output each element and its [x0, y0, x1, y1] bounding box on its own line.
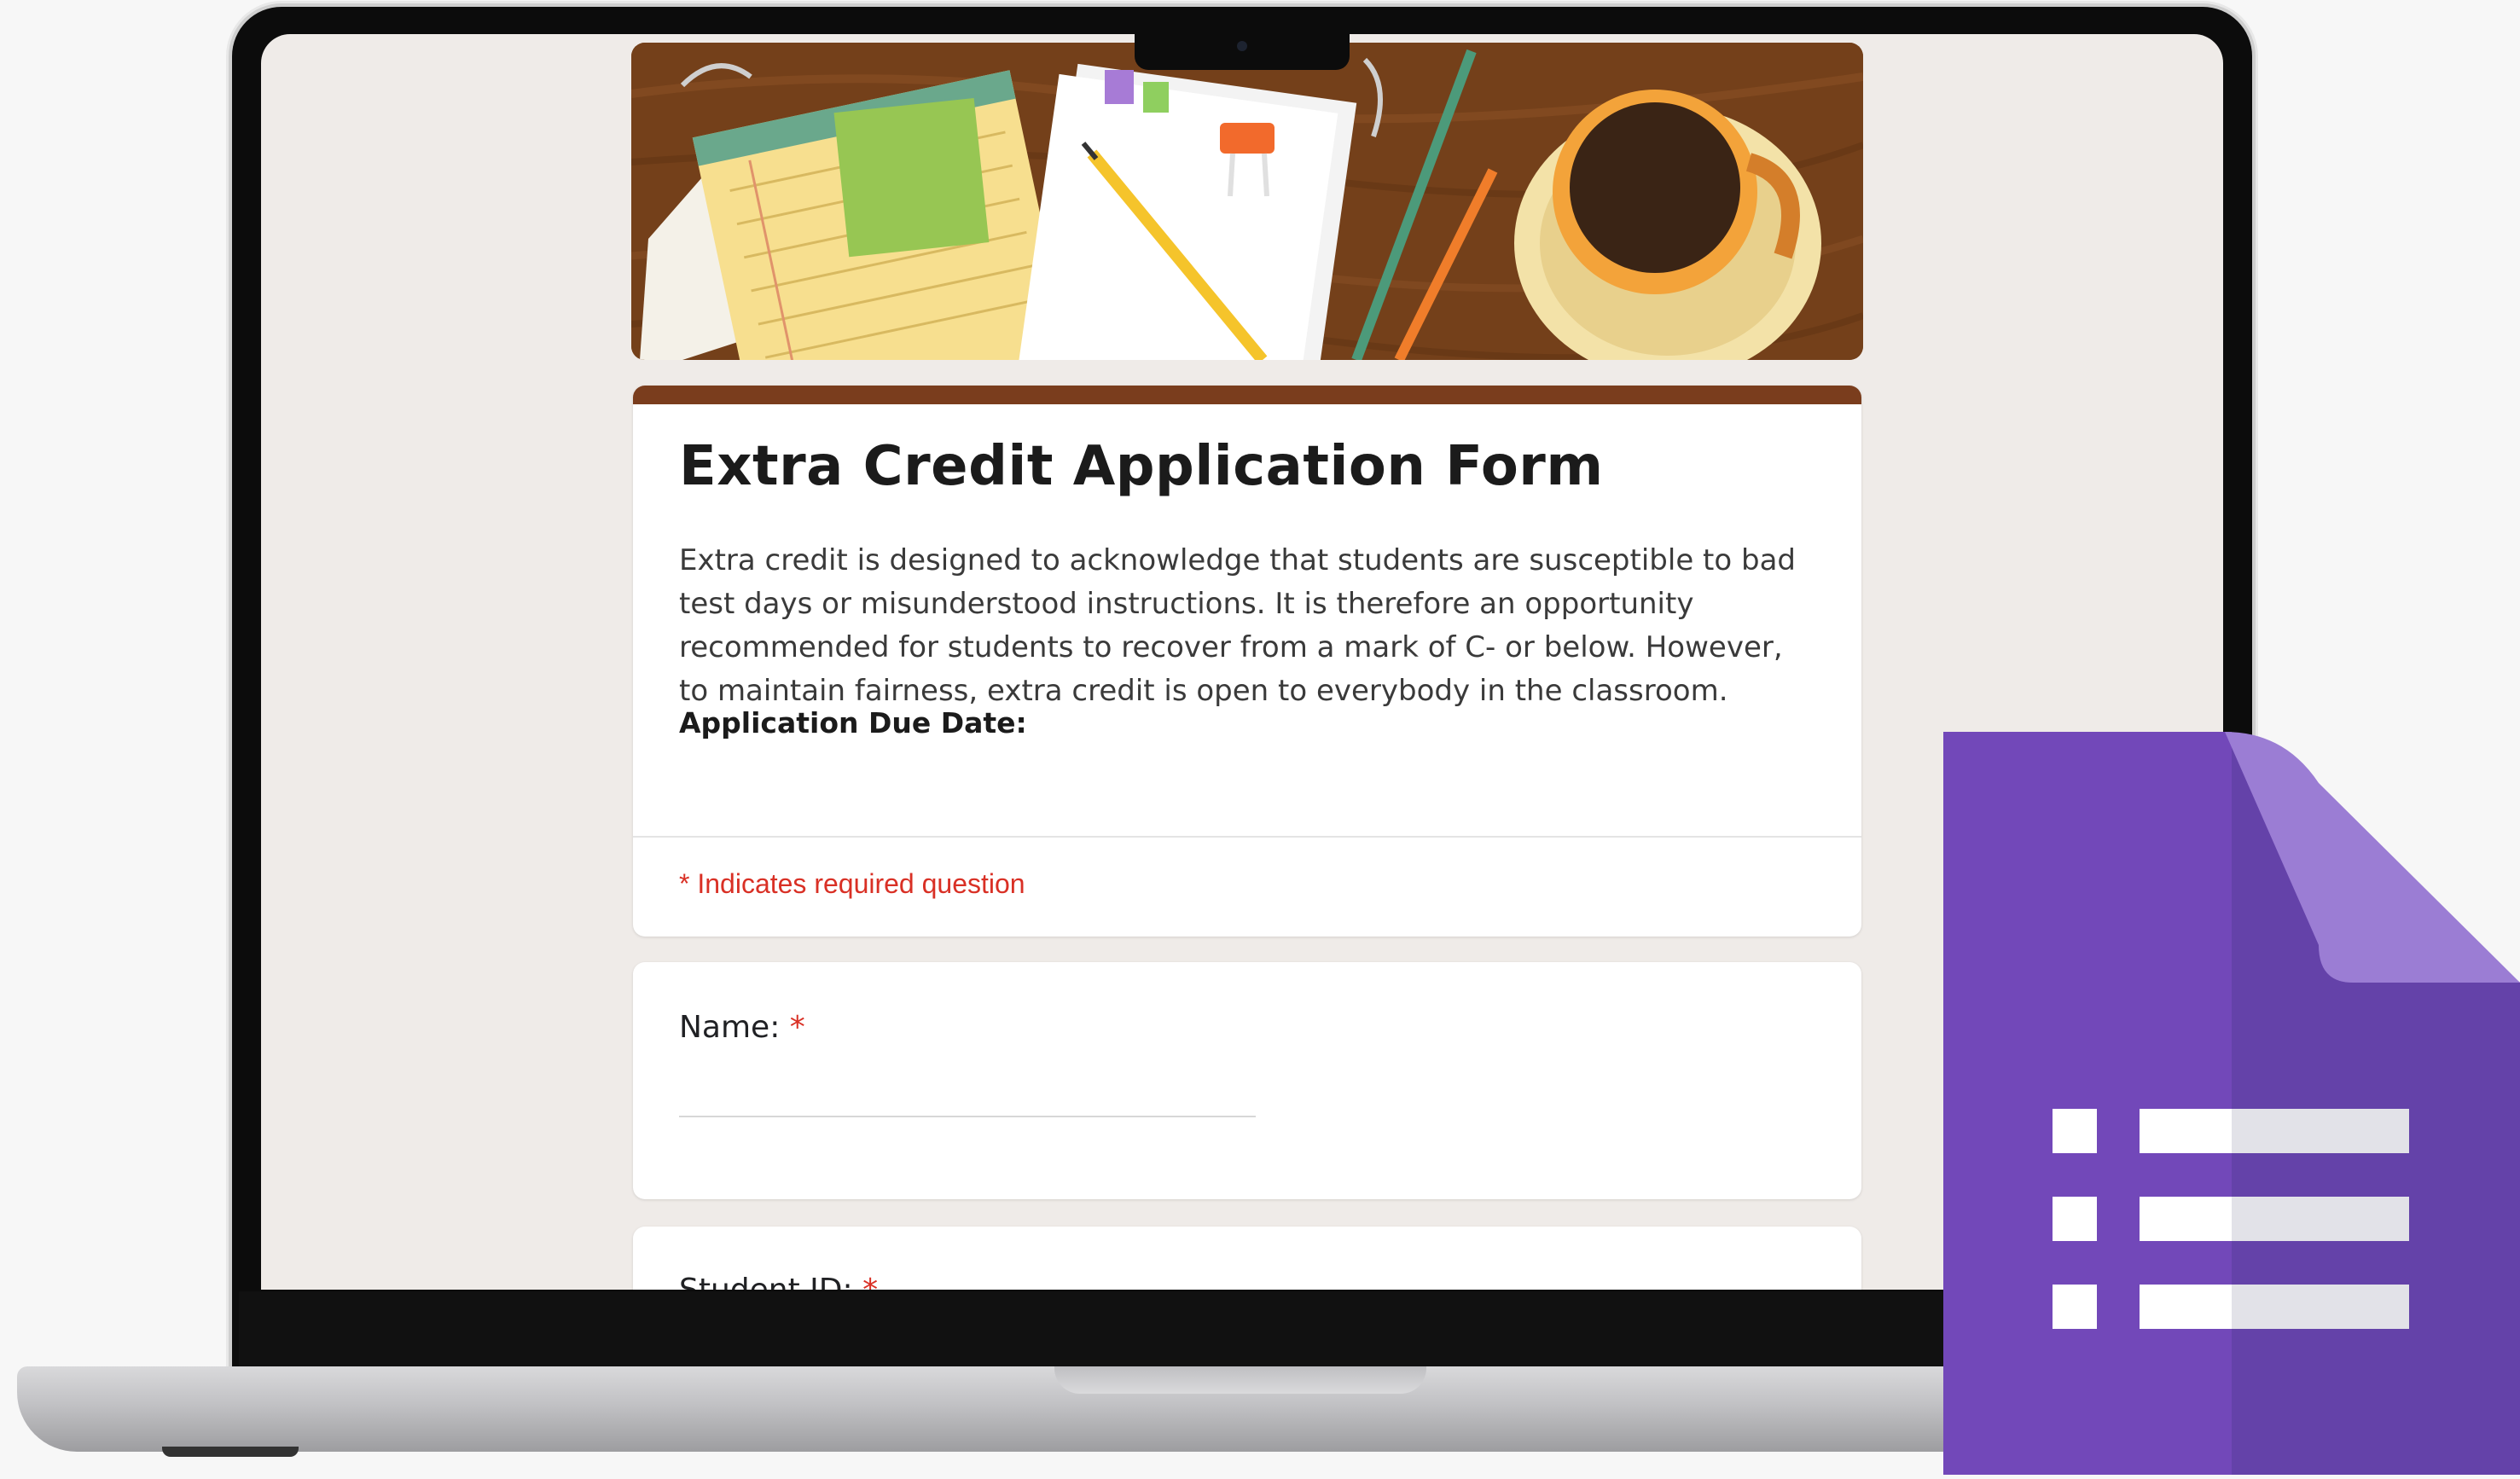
form-description: Extra credit is designed to acknowledge …	[679, 543, 1796, 708]
form-title-card: Extra Credit Application Form Extra cred…	[633, 386, 1861, 937]
title-accent-strip	[633, 386, 1861, 404]
google-forms-icon	[1943, 732, 2520, 1475]
question-label-text: Student ID:	[679, 1273, 853, 1290]
camera-notch	[1135, 26, 1350, 70]
required-question-note: * Indicates required question	[679, 868, 1025, 899]
form-header-image	[631, 43, 1863, 360]
laptop-foot	[162, 1447, 299, 1457]
laptop-screen: Extra Credit Application Form Extra cred…	[261, 34, 2223, 1290]
divider	[633, 836, 1861, 838]
google-forms-logo-svg	[1943, 732, 2520, 1475]
desk-illustration	[631, 43, 1863, 360]
name-input[interactable]	[679, 1080, 1256, 1117]
question-label-text: Name:	[679, 1010, 781, 1045]
due-date-label: Application Due Date:	[679, 706, 1027, 740]
question-card-name: Name: *	[633, 962, 1861, 1199]
required-asterisk: *	[789, 1010, 805, 1045]
laptop-opening-notch	[1054, 1366, 1426, 1394]
question-label: Student ID: *	[679, 1273, 878, 1290]
required-asterisk: *	[862, 1273, 878, 1290]
question-card-student-id: Student ID: *	[633, 1227, 1861, 1290]
question-label: Name: *	[679, 1010, 805, 1045]
camera-icon	[1237, 41, 1247, 51]
form-title: Extra Credit Application Form	[679, 435, 1604, 498]
